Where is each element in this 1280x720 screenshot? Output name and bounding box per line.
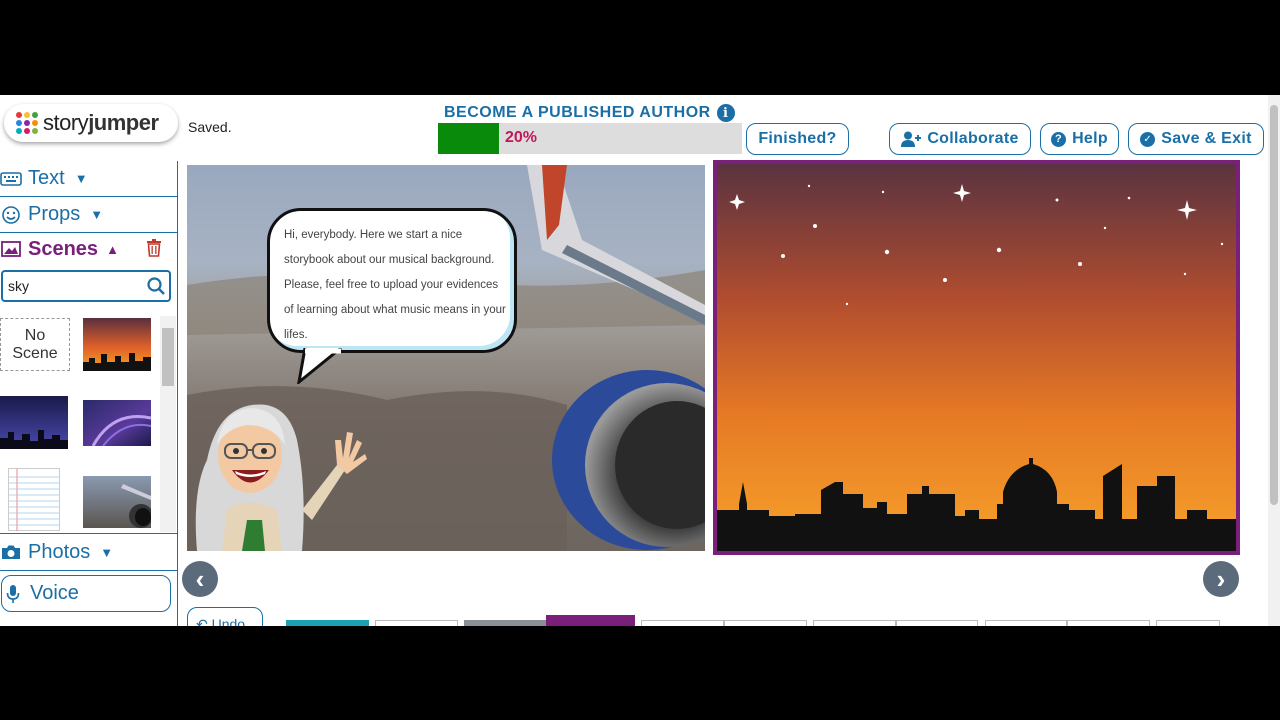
page-thumb[interactable]	[896, 620, 978, 626]
trash-icon[interactable]	[146, 239, 162, 263]
speech-bubble-tail	[297, 348, 342, 384]
caret-down-icon: ▼	[74, 171, 88, 186]
smiley-icon	[0, 205, 22, 224]
thumbnails-scrollbar[interactable]	[160, 316, 176, 532]
microphone-icon	[2, 584, 24, 604]
caret-down-icon: ▼	[90, 207, 104, 222]
logo-dots-icon	[16, 112, 38, 134]
finished-button[interactable]: Finished?	[746, 123, 849, 155]
bitmoji-character	[195, 404, 367, 551]
prev-page-button[interactable]: ‹	[182, 561, 218, 597]
sidebar-item-scenes[interactable]: Scenes ▲	[0, 233, 178, 265]
scene-search-input[interactable]	[3, 272, 143, 300]
speech-bubble[interactable]: Hi, everybody. Here we start a nice stor…	[267, 208, 517, 353]
progress-fill	[438, 123, 499, 154]
scene-thumb-airplane-wing[interactable]	[83, 476, 153, 528]
save-status: Saved.	[188, 119, 232, 135]
page-thumb[interactable]	[375, 620, 458, 626]
page-thumb[interactable]	[1156, 620, 1220, 626]
scene-search	[1, 270, 171, 302]
arrow-right-icon: ›	[1216, 563, 1226, 594]
sidebar-item-label: Photos	[28, 540, 91, 563]
sidebar: Text ▼ Props ▼ Scenes ▲ sky No Scene Pho…	[0, 161, 178, 626]
save-exit-button[interactable]: ✓ Save & Exit	[1128, 123, 1264, 155]
caret-up-icon: ▲	[106, 241, 119, 257]
scrollbar-thumb[interactable]	[1270, 105, 1278, 505]
undo-label: Undo	[211, 616, 246, 626]
page-right-selected[interactable]	[713, 160, 1240, 555]
caret-down-icon: ▼	[100, 544, 114, 560]
sidebar-item-label: Scenes	[28, 237, 99, 260]
page-thumb[interactable]	[464, 620, 546, 626]
undo-icon: ↶	[196, 616, 208, 626]
arrow-left-icon: ‹	[195, 563, 205, 594]
publish-promo[interactable]: BECOME A PUBLISHED AUTHOR i	[444, 104, 735, 122]
page-thumb[interactable]	[286, 620, 369, 626]
info-icon[interactable]: i	[716, 104, 735, 122]
speech-text: Hi, everybody. Here we start a nice stor…	[284, 229, 506, 341]
page-thumb[interactable]	[641, 620, 724, 626]
logo-text: storyjumper	[43, 110, 159, 135]
user-plus-icon	[901, 131, 922, 147]
question-icon: ?	[1051, 131, 1067, 147]
sidebar-item-props[interactable]: Props ▼	[0, 197, 178, 233]
scene-thumb-night-city[interactable]	[0, 396, 70, 449]
page-thumb[interactable]	[1067, 620, 1150, 626]
progress-bar: 20%	[438, 123, 742, 154]
page-scrollbar[interactable]	[1268, 95, 1280, 626]
scrollbar-thumb[interactable]	[162, 328, 174, 386]
undo-button[interactable]: ↶ Undo	[187, 607, 263, 626]
image-icon	[0, 241, 22, 257]
editor-app: storyjumper Saved. BECOME A PUBLISHED AU…	[0, 95, 1280, 626]
page-thumb-selected[interactable]	[546, 615, 635, 626]
sidebar-item-label: Text	[28, 167, 65, 189]
next-page-button[interactable]: ›	[1203, 561, 1239, 597]
scene-thumbnails: No Scene	[0, 316, 176, 531]
help-button[interactable]: ? Help	[1040, 123, 1119, 155]
scene-thumb-sunset-city[interactable]	[83, 318, 153, 371]
search-icon[interactable]	[147, 277, 165, 300]
progress-label: 20%	[505, 129, 538, 146]
promo-title: BECOME A PUBLISHED AUTHOR	[444, 104, 711, 121]
page-right-background	[717, 164, 1236, 551]
page-thumb[interactable]	[724, 620, 807, 626]
scene-thumb-notebook[interactable]	[8, 468, 60, 531]
no-scene-thumb[interactable]: No Scene	[0, 318, 70, 371]
page-thumb[interactable]	[813, 620, 896, 626]
storyjumper-logo[interactable]: storyjumper	[4, 104, 178, 142]
help-label: Help	[1072, 130, 1108, 147]
page-left[interactable]: Hi, everybody. Here we start a nice stor…	[187, 165, 705, 551]
sidebar-item-text[interactable]: Text ▼	[0, 161, 178, 197]
collaborate-label: Collaborate	[927, 130, 1019, 147]
save-exit-label: Save & Exit	[1161, 130, 1252, 147]
no-scene-label: No Scene	[12, 326, 58, 362]
sidebar-item-label: Props	[28, 203, 81, 225]
finished-label: Finished?	[758, 130, 837, 147]
keyboard-icon	[0, 171, 22, 186]
sidebar-item-voice[interactable]: Voice	[1, 575, 171, 612]
check-icon: ✓	[1140, 131, 1156, 147]
collaborate-button[interactable]: Collaborate	[889, 123, 1031, 155]
camera-icon	[0, 544, 22, 560]
page-thumb[interactable]	[985, 620, 1067, 626]
sidebar-item-label: Voice	[30, 582, 79, 604]
sidebar-item-photos[interactable]: Photos ▼	[0, 533, 178, 571]
scene-thumb-aurora[interactable]	[83, 400, 153, 447]
